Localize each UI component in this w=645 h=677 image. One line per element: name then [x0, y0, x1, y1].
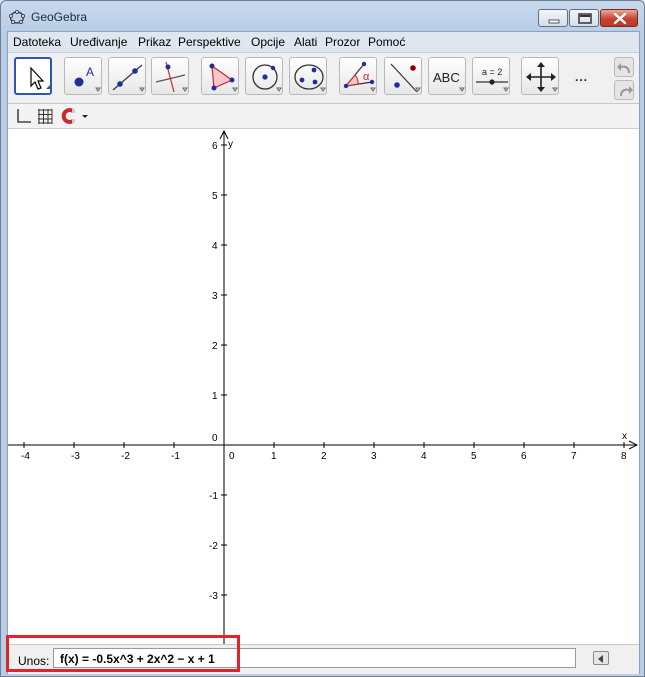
redo-button[interactable] [614, 80, 634, 100]
point-capturing-magnet-icon[interactable] [60, 107, 78, 125]
y-tick-label: 4 [212, 241, 218, 252]
slider-icon: a = 2 [476, 67, 509, 92]
menu-prozor[interactable]: Prozor [325, 35, 360, 49]
angle-icon: α [343, 61, 376, 92]
menu-datoteka[interactable]: Datoteka [13, 35, 61, 49]
x-axis-label: x [622, 431, 627, 442]
move-tool-button[interactable] [14, 57, 52, 95]
slider-tool-label: a = 2 [482, 67, 502, 77]
y-tick-label: 0 [212, 433, 218, 444]
maximize-icon [578, 13, 592, 24]
line-through-two-points-icon [112, 64, 145, 92]
x-tick-label: 6 [521, 451, 527, 462]
undo-icon [617, 63, 630, 73]
x-tick-label: -3 [71, 451, 80, 462]
style-bar [8, 104, 639, 129]
window-title: GeoGebra [31, 10, 88, 24]
grid-toggle-icon[interactable] [36, 107, 54, 125]
ellipse-icon [294, 64, 326, 92]
close-icon [613, 12, 627, 25]
y-tick-label: 6 [212, 141, 218, 152]
svg-text:A: A [86, 65, 94, 79]
coordinate-plane[interactable]: x y -4 -3 -2 -1 0 1 2 3 4 5 6 7 8 6 5 4 3 2 1 0 -1 -2 -3 [8, 129, 639, 644]
angle-tool-label: α [363, 71, 370, 83]
x-tick-label: 0 [229, 451, 235, 462]
menu-alati[interactable]: Alati [294, 35, 317, 49]
move-graphics-view-icon [526, 62, 558, 92]
angle-tool-button[interactable]: α [339, 57, 377, 95]
menu-pomoc[interactable]: Pomoć [368, 35, 405, 49]
slider-tool-button[interactable]: a = 2 [472, 57, 510, 95]
x-tick-label: 5 [471, 451, 477, 462]
y-tick-label: -2 [209, 541, 218, 552]
x-tick-label: 7 [571, 451, 577, 462]
y-tick-label: 3 [212, 291, 218, 302]
input-help-button[interactable] [593, 651, 609, 665]
input-help-triangle-icon [598, 655, 603, 663]
close-button[interactable] [600, 9, 638, 27]
undo-button[interactable] [614, 57, 634, 77]
geogebra-window: GeoGebra Datoteka Uređivanje Prikaz Pers… [0, 0, 645, 677]
maximize-button[interactable] [569, 9, 599, 27]
graphics-view[interactable]: x y -4 -3 -2 -1 0 1 2 3 4 5 6 7 8 6 5 4 3 2 1 0 -1 -2 -3 [8, 129, 639, 644]
x-tick-label: 4 [421, 451, 427, 462]
y-axis-label: y [228, 139, 233, 150]
point-tool-button[interactable]: A [64, 57, 102, 95]
text-icon: ABC [433, 70, 465, 92]
title-bar[interactable]: GeoGebra [1, 1, 644, 31]
menu-prikaz[interactable]: Prikaz [138, 35, 171, 49]
client-area: Datoteka Uređivanje Prikaz Perspektive O… [7, 31, 640, 674]
x-tick-label: -2 [121, 451, 130, 462]
menu-bar: Datoteka Uređivanje Prikaz Perspektive O… [8, 32, 639, 53]
x-tick-label: 3 [371, 451, 377, 462]
line-tool-button[interactable] [108, 57, 146, 95]
arrow-cursor-icon [30, 66, 50, 90]
text-tool-button[interactable]: ABC [428, 57, 466, 95]
y-tick-label: -3 [209, 591, 218, 602]
x-tick-label: 1 [271, 451, 277, 462]
y-tick-label: 2 [212, 341, 218, 352]
menu-uredjivanje[interactable]: Uređivanje [70, 35, 127, 49]
conic-tool-button[interactable] [289, 57, 327, 95]
move-graphics-view-tool-button[interactable] [521, 57, 559, 95]
x-tick-label: -4 [21, 451, 30, 462]
reflect-tool-button[interactable] [384, 57, 422, 95]
x-tick-label: -1 [171, 451, 180, 462]
perpendicular-line-tool-button[interactable] [151, 57, 189, 95]
y-tick-label: 5 [212, 191, 218, 202]
perpendicular-line-icon [155, 61, 188, 93]
menu-perspektive[interactable]: Perspektive [178, 35, 241, 49]
dropdown-arrow-icon[interactable] [80, 107, 90, 125]
minimize-icon [548, 19, 560, 24]
geogebra-logo-icon [9, 9, 25, 24]
polygon-icon [209, 63, 238, 92]
x-tick-label: 8 [621, 451, 627, 462]
axes-toggle-icon[interactable] [14, 107, 32, 125]
redo-icon [620, 86, 633, 96]
toolbar: A α ABC a = 2 ... [8, 53, 639, 104]
point-icon: A [74, 65, 101, 92]
polygon-tool-button[interactable] [201, 57, 239, 95]
annotation-highlight-box [6, 635, 240, 672]
circle-tool-button[interactable] [245, 57, 283, 95]
circle-center-point-icon [252, 64, 282, 92]
minimize-button[interactable] [538, 9, 568, 27]
menu-opcije[interactable]: Opcije [251, 35, 285, 49]
more-tools-button[interactable]: ... [575, 70, 588, 84]
y-tick-label: -1 [209, 491, 218, 502]
y-tick-label: 1 [212, 391, 218, 402]
x-tick-label: 2 [321, 451, 327, 462]
reflect-about-line-icon [390, 63, 421, 93]
text-tool-label: ABC [433, 70, 460, 85]
